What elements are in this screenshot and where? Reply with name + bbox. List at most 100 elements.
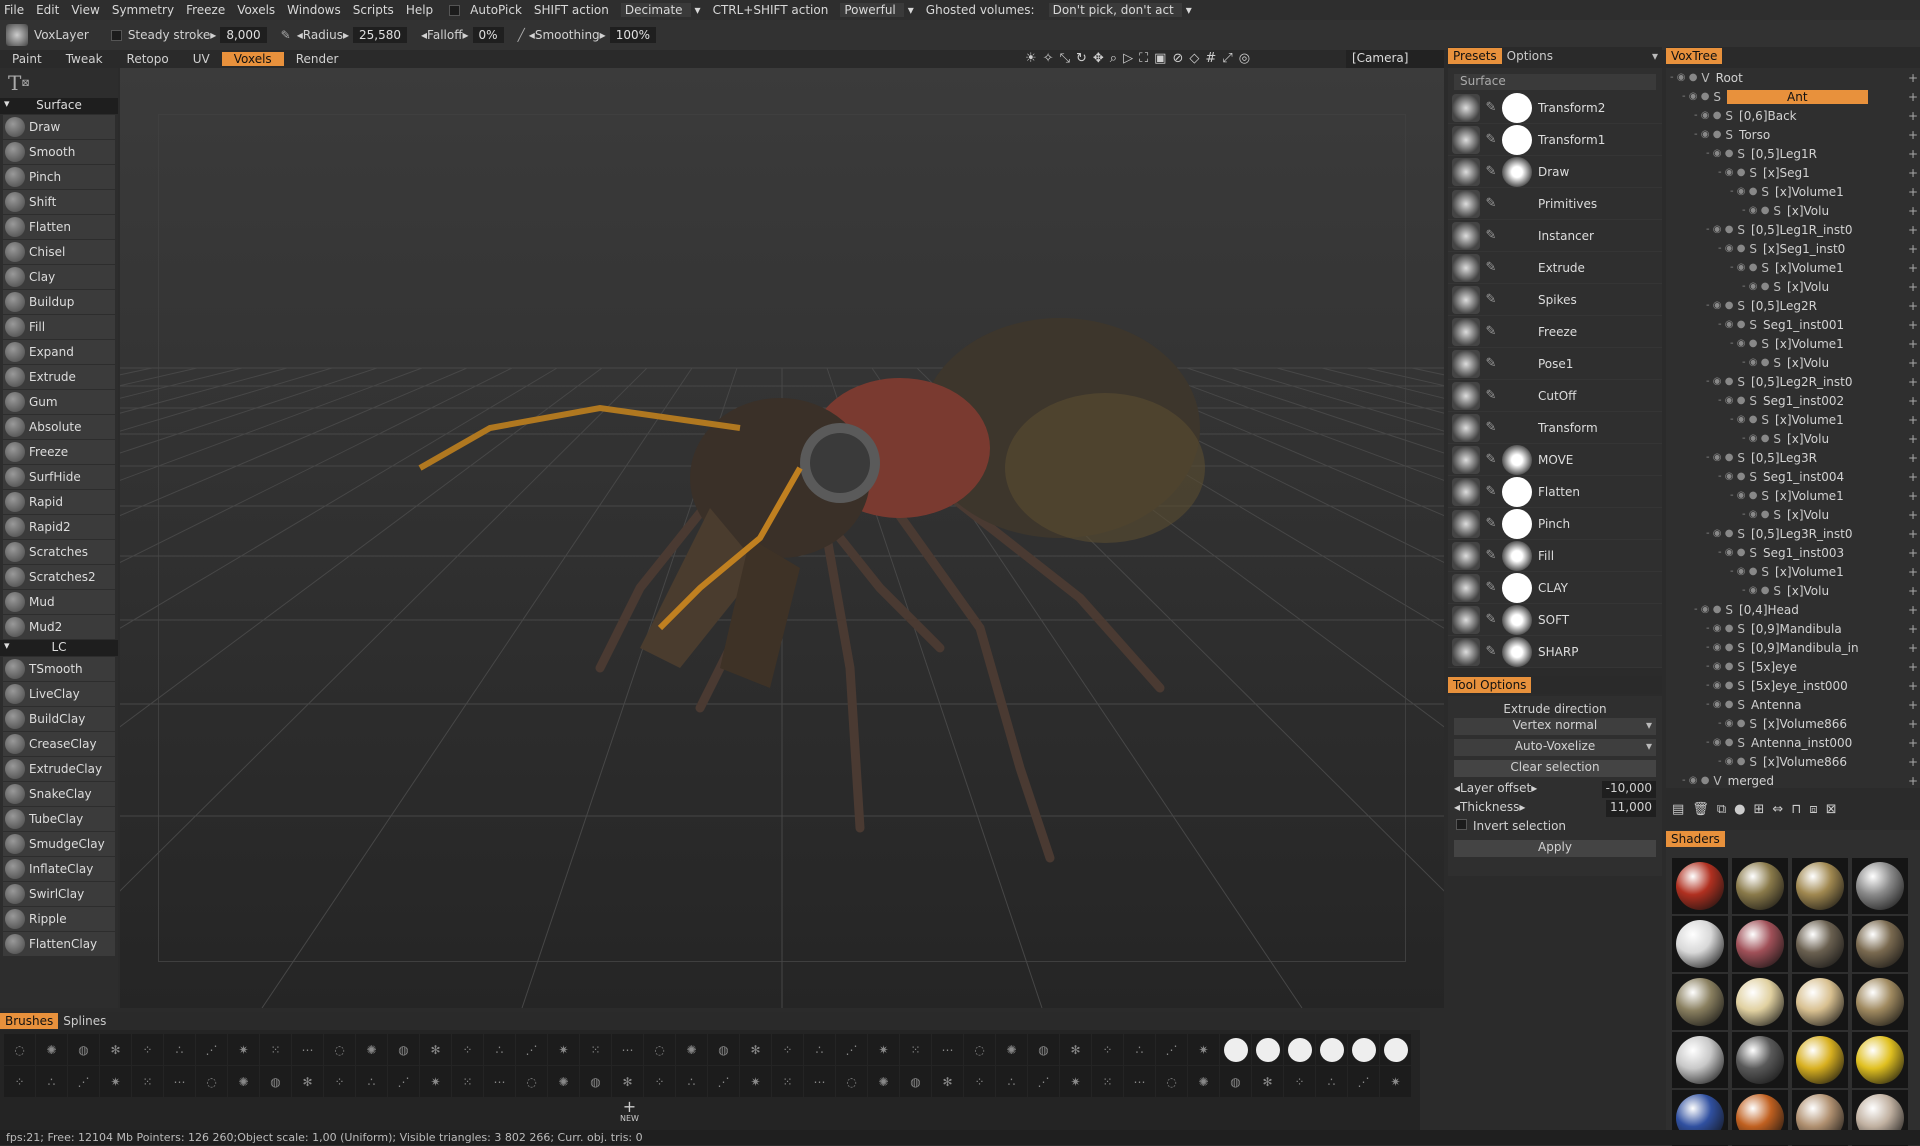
visibility-icon[interactable]: - ◉ ●	[1706, 376, 1733, 387]
preset-item[interactable]: ✎ Draw	[1448, 156, 1662, 188]
voxtree-row[interactable]: - ◉ ● S [0,9]Mandibula_in +	[1666, 638, 1920, 657]
brush-alpha[interactable]: ◌	[964, 1034, 995, 1065]
visibility-icon[interactable]: - ◉ ●	[1718, 243, 1745, 254]
voxtree-row[interactable]: - ◉ ● S [x]Volume1 +	[1666, 486, 1920, 505]
tool-scratches2[interactable]: Scratches2	[3, 565, 115, 589]
tool-tsmooth[interactable]: TSmooth	[3, 657, 115, 681]
voxtree-row[interactable]: - ◉ ● S Ant +	[1666, 87, 1920, 106]
ctrl-shift-action-dropdown[interactable]: Powerful	[840, 3, 904, 17]
tool-creaseclay[interactable]: CreaseClay	[3, 732, 115, 756]
menu-voxels[interactable]: Voxels	[233, 3, 283, 17]
voxtree-title[interactable]: VoxTree	[1666, 48, 1723, 64]
preset-item[interactable]: ✎ MOVE	[1448, 444, 1662, 476]
autopick-checkbox[interactable]	[449, 4, 461, 16]
brush-alpha[interactable]: ◍	[260, 1066, 291, 1097]
brush-alpha[interactable]: ⁙	[580, 1034, 611, 1065]
layer-name[interactable]: Ant	[1727, 89, 1868, 104]
expand-icon[interactable]: +	[1908, 318, 1918, 332]
voxtree-row[interactable]: - ◉ ● S [0,4]Head +	[1666, 600, 1920, 619]
visibility-icon[interactable]: - ◉ ●	[1682, 775, 1709, 786]
brush-alpha[interactable]: ✷	[228, 1034, 259, 1065]
brush-alpha[interactable]: ✺	[228, 1066, 259, 1097]
brush-alpha[interactable]: ✻	[292, 1066, 323, 1097]
expand-icon[interactable]: +	[1908, 261, 1918, 275]
brush-alpha[interactable]: ◍	[708, 1034, 739, 1065]
menu-scripts[interactable]: Scripts	[349, 3, 402, 17]
layer-name[interactable]: [x]Volu	[1787, 432, 1829, 446]
voxtree-row[interactable]: - ◉ ● S [x]Volume1 +	[1666, 258, 1920, 277]
shader-swatch[interactable]	[1732, 858, 1788, 914]
tool-shift[interactable]: Shift	[3, 190, 115, 214]
dropdown-arrow-icon[interactable]: ▾	[1182, 3, 1200, 17]
visibility-icon[interactable]: - ◉ ●	[1742, 509, 1769, 520]
brush-alpha[interactable]: ✻	[740, 1034, 771, 1065]
brush-alpha[interactable]: ⋰	[1156, 1034, 1187, 1065]
shader-swatch[interactable]	[1792, 858, 1848, 914]
brush-alpha[interactable]	[1252, 1034, 1283, 1065]
brush-alpha[interactable]: ✷	[740, 1066, 771, 1097]
visibility-icon[interactable]: - ◉ ●	[1742, 205, 1769, 216]
voxtree-row[interactable]: - ◉ ● S [0,5]Leg2R_inst0 +	[1666, 372, 1920, 391]
shader-swatch[interactable]	[1732, 974, 1788, 1030]
expand-icon[interactable]: +	[1908, 223, 1918, 237]
preset-item[interactable]: ✎ Flatten	[1448, 476, 1662, 508]
expand-icon[interactable]: +	[1908, 679, 1918, 693]
layer-name[interactable]: [0,9]Mandibula	[1751, 622, 1842, 636]
expand-icon[interactable]: +	[1908, 755, 1918, 769]
brush-alpha[interactable]: ✷	[420, 1066, 451, 1097]
shader-swatch[interactable]	[1852, 1032, 1908, 1088]
brush-alpha[interactable]: ⁙	[452, 1066, 483, 1097]
shift-action-dropdown[interactable]: Decimate	[620, 3, 691, 17]
layer-name[interactable]: [0,5]Leg3R	[1751, 451, 1817, 465]
expand-icon[interactable]: +	[1908, 736, 1918, 750]
layer-name[interactable]: [x]Volu	[1787, 508, 1829, 522]
preset-item[interactable]: ✎ Transform	[1448, 412, 1662, 444]
expand-icon[interactable]: +	[1908, 166, 1918, 180]
expand-icon[interactable]: +	[1908, 603, 1918, 617]
brush-alpha[interactable]: ✷	[548, 1034, 579, 1065]
layer-name[interactable]: [0,5]Leg3R_inst0	[1751, 527, 1852, 541]
brush-alpha[interactable]: ⋯	[1124, 1066, 1155, 1097]
shader-swatch[interactable]	[1792, 916, 1848, 972]
voxtree-row[interactable]: - ◉ ● S [x]Volu +	[1666, 429, 1920, 448]
visibility-icon[interactable]: - ◉ ●	[1718, 471, 1745, 482]
move-icon[interactable]: ✥	[1093, 51, 1104, 66]
brush-alpha[interactable]: ◌	[4, 1034, 35, 1065]
voxtree-row[interactable]: - ◉ ● S Seg1_inst001 +	[1666, 315, 1920, 334]
zoom-icon[interactable]: ⌕	[1110, 51, 1117, 66]
thickness-value[interactable]: 11,000	[1606, 800, 1656, 817]
layer-icon[interactable]	[6, 24, 28, 46]
expand-icon[interactable]: +	[1908, 280, 1918, 294]
mirror-icon[interactable]: ⇔	[1772, 802, 1783, 817]
tool-buildclay[interactable]: BuildClay	[3, 707, 115, 731]
play-icon[interactable]: ▷	[1123, 51, 1133, 66]
voxtree-row[interactable]: - ◉ ● S Antenna_inst000 +	[1666, 733, 1920, 752]
tool-pinch[interactable]: Pinch	[3, 165, 115, 189]
tab-splines[interactable]: Splines	[58, 1013, 111, 1029]
expand-icon[interactable]: +	[1908, 413, 1918, 427]
brush-alpha[interactable]: ⁙	[772, 1066, 803, 1097]
auto-voxelize-dropdown[interactable]: Auto-Voxelize	[1454, 739, 1656, 756]
visibility-icon[interactable]: - ◉ ●	[1718, 718, 1745, 729]
surface-category[interactable]: Surface	[0, 97, 118, 114]
visibility-icon[interactable]: - ◉ ●	[1706, 623, 1733, 634]
preset-item[interactable]: ✎ CLAY	[1448, 572, 1662, 604]
brush-alpha[interactable]: ⋰	[196, 1034, 227, 1065]
room-tab-uv[interactable]: UV	[181, 52, 222, 66]
voxtree-row[interactable]: - ◉ ● S Antenna +	[1666, 695, 1920, 714]
tool-swirlclay[interactable]: SwirlClay	[3, 882, 115, 906]
presets-group-header[interactable]: Surface	[1454, 74, 1656, 90]
transform-icon[interactable]: ⊠	[1826, 802, 1837, 817]
brush-alpha[interactable]: ⋯	[932, 1034, 963, 1065]
voxtree-row[interactable]: - ◉ ● S [x]Volu +	[1666, 201, 1920, 220]
brush-alpha[interactable]: ✷	[1380, 1066, 1411, 1097]
tool-ripple[interactable]: Ripple	[3, 907, 115, 931]
menu-freeze[interactable]: Freeze	[182, 3, 233, 17]
shader-swatch[interactable]	[1672, 974, 1728, 1030]
falloff-value[interactable]: 0%	[472, 27, 504, 43]
layer-name[interactable]: [x]Volu	[1787, 204, 1829, 218]
brush-alpha[interactable]	[1316, 1034, 1347, 1065]
expand-icon[interactable]: +	[1908, 717, 1918, 731]
voxtree-row[interactable]: - ◉ ● S [x]Volume1 +	[1666, 410, 1920, 429]
visibility-icon[interactable]: - ◉ ●	[1730, 338, 1757, 349]
